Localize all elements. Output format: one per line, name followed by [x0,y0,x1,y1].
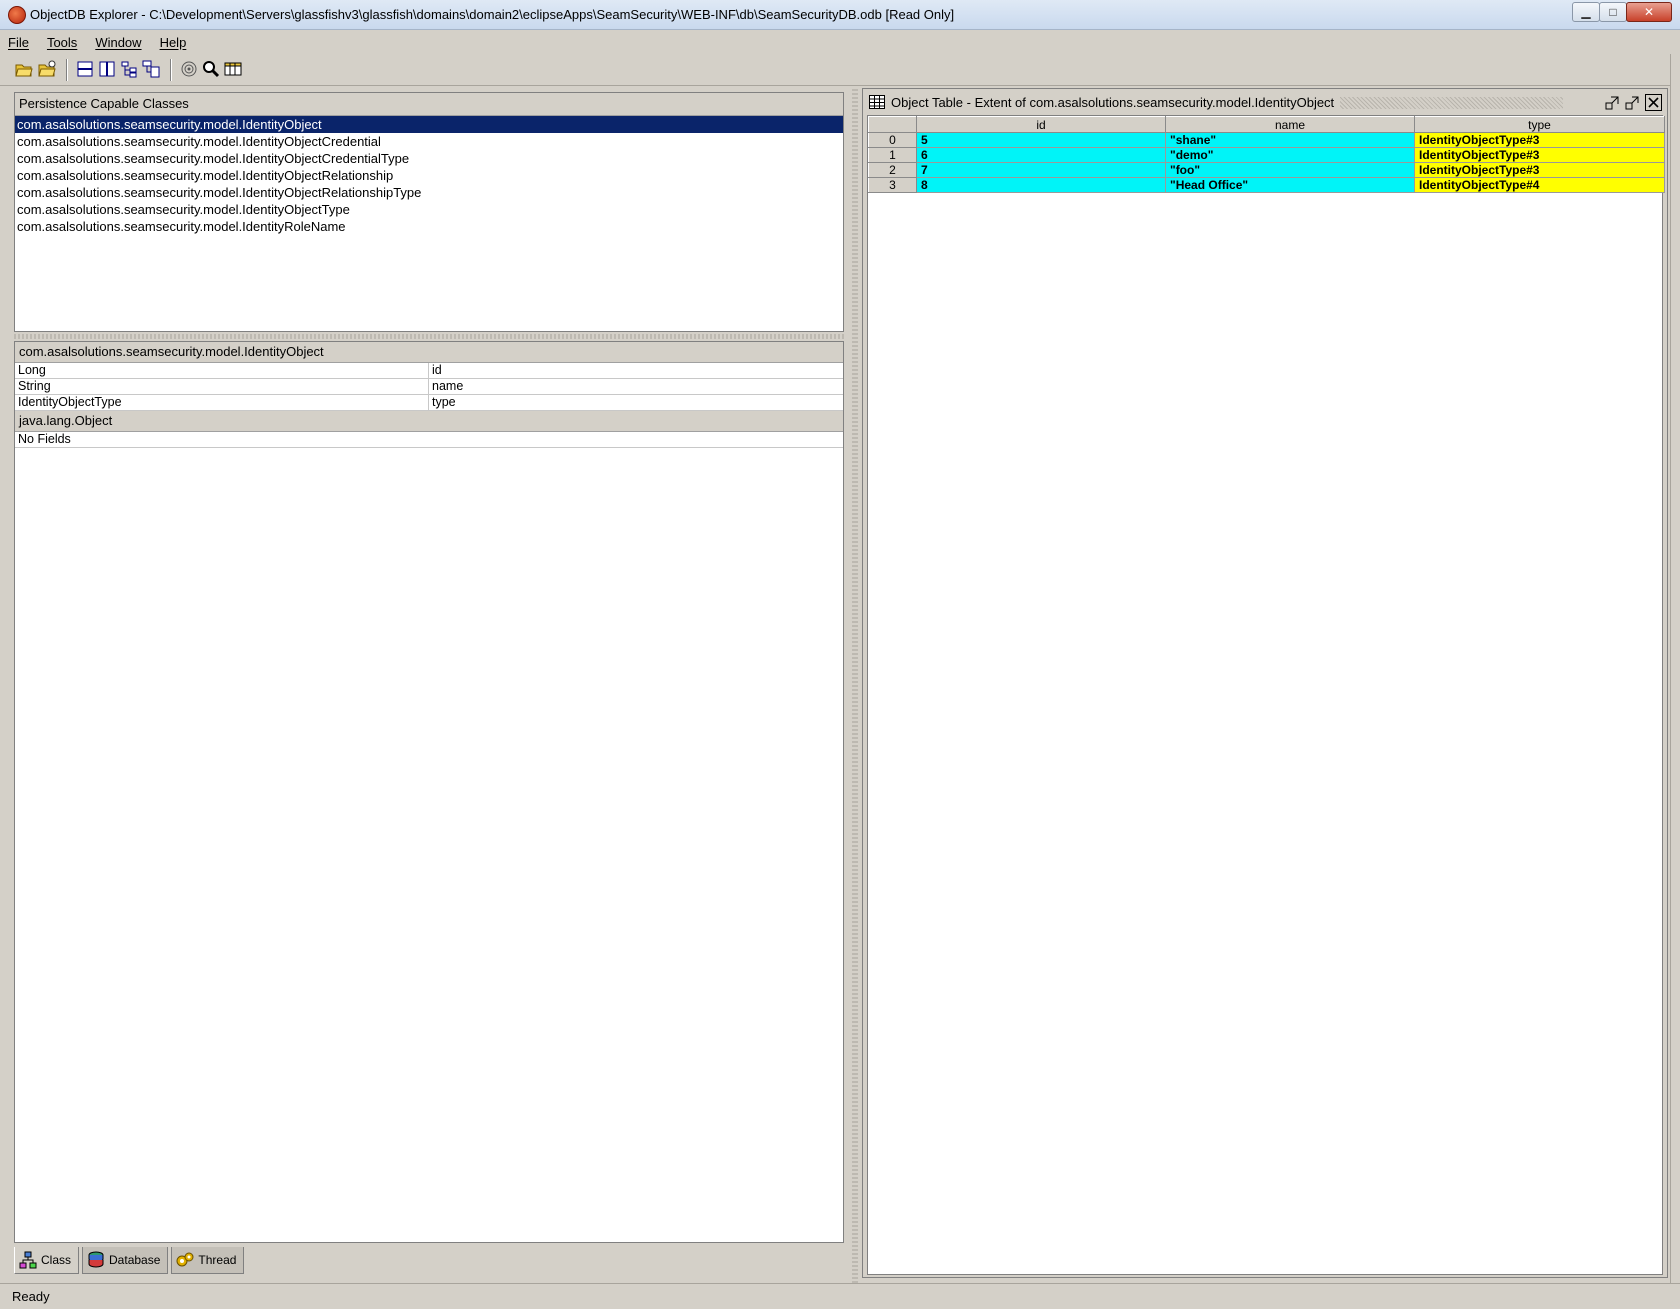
class-fields-panel: com.asalsolutions.seamsecurity.model.Ide… [14,341,844,1243]
tab-label: Thread [198,1253,237,1267]
cell-name[interactable]: "foo" [1165,162,1415,178]
column-header-index[interactable] [868,116,917,133]
class-list-item[interactable]: com.asalsolutions.seamsecurity.model.Ide… [15,150,843,167]
class-list-item[interactable]: com.asalsolutions.seamsecurity.model.Ide… [15,201,843,218]
maximize-button[interactable]: □ [1599,2,1627,22]
column-header-type[interactable]: type [1414,116,1665,133]
cell-id[interactable]: 6 [916,147,1166,163]
field-row[interactable]: IdentityObjectType type [15,395,843,411]
titlebar-grip [1313,97,1563,109]
open-folder-icon[interactable] [14,59,34,79]
objectdb-app-icon [8,6,26,24]
table-row[interactable]: 2 7 "foo" IdentityObjectType#3 [868,162,1665,178]
persistence-classes-header: Persistence Capable Classes [15,93,843,116]
field-row[interactable]: String name [15,379,843,395]
object-table-title: Object Table - Extent of com.asalsolutio… [891,95,1341,110]
tab-label: Class [41,1253,72,1267]
cell-type[interactable]: IdentityObjectType#3 [1414,162,1665,178]
cell-type[interactable]: IdentityObjectType#3 [1414,147,1665,163]
frame-close-button[interactable] [1645,94,1662,111]
bottom-tab-bar: Class Database Thread [14,1247,844,1274]
tab-label: Database [109,1253,161,1267]
table-row[interactable]: 0 5 "shane" IdentityObjectType#3 [868,132,1665,148]
row-index: 1 [868,147,917,163]
toolbar [0,54,1680,86]
field-name: name [432,379,464,393]
class-list-item[interactable]: com.asalsolutions.seamsecurity.model.Ide… [15,184,843,201]
cell-id[interactable]: 7 [916,162,1166,178]
tree-table-icon[interactable] [141,59,161,79]
no-fields-label: No Fields [15,432,843,448]
status-text: Ready [12,1289,50,1304]
row-index: 0 [868,132,917,148]
class-list-item[interactable]: com.asalsolutions.seamsecurity.model.Ide… [15,167,843,184]
menu-bar: File Tools Window Help [0,30,1680,54]
window-title: ObjectDB Explorer - C:\Development\Serve… [30,7,955,22]
class-icon [19,1251,37,1269]
field-row[interactable]: Long id [15,363,843,379]
split-horizontal-icon[interactable] [75,59,95,79]
database-icon [88,1251,104,1268]
menu-file[interactable]: File [8,35,29,50]
cell-id[interactable]: 8 [916,177,1166,193]
minimize-icon [1605,96,1618,109]
object-table: id name type 0 5 "shane" IdentityObjectT… [868,116,1665,193]
column-header-name[interactable]: name [1165,116,1415,133]
cell-id[interactable]: 5 [916,132,1166,148]
minimize-button[interactable]: ▁ [1572,2,1600,22]
window-right-border [1670,54,1680,1284]
menu-tools[interactable]: Tools [47,35,77,50]
field-type: IdentityObjectType [15,395,429,410]
title-bar: ObjectDB Explorer - C:\Development\Serve… [0,0,1680,30]
split-vertical-icon[interactable] [97,59,117,79]
field-name: id [432,363,442,377]
menu-help[interactable]: Help [160,35,187,50]
tab-class[interactable]: Class [14,1247,80,1274]
object-table-viewport[interactable]: id name type 0 5 "shane" IdentityObjectT… [867,115,1665,1275]
cell-type[interactable]: IdentityObjectType#3 [1414,132,1665,148]
class-list-item[interactable]: com.asalsolutions.seamsecurity.model.Ide… [15,116,843,133]
cell-name[interactable]: "shane" [1165,132,1415,148]
status-bar: Ready [0,1283,1680,1309]
cell-type[interactable]: IdentityObjectType#4 [1414,177,1665,193]
target-icon[interactable] [179,59,199,79]
class-list-item[interactable]: com.asalsolutions.seamsecurity.model.Ide… [15,133,843,150]
frame-restore-button[interactable] [1623,94,1640,111]
tab-thread[interactable]: Thread [171,1247,245,1274]
toolbar-separator [66,59,68,81]
field-type: String [15,379,429,394]
toolbar-separator [170,59,172,81]
frame-minimize-button[interactable] [1603,94,1620,111]
menu-window[interactable]: Window [95,35,141,50]
thread-icon [176,1252,194,1267]
table-view-icon[interactable] [223,59,243,79]
vertical-splitter[interactable] [852,88,858,1283]
open-recent-icon[interactable] [37,59,57,79]
table-icon [869,95,885,109]
persistence-classes-panel: Persistence Capable Classes com.asalsolu… [14,92,844,332]
zoom-icon[interactable] [201,59,221,79]
tab-database[interactable]: Database [82,1247,169,1274]
restore-icon [1625,96,1638,109]
close-icon [1648,97,1659,108]
cell-name[interactable]: "Head Office" [1165,177,1415,193]
column-header-id[interactable]: id [916,116,1166,133]
table-row[interactable]: 3 8 "Head Office" IdentityObjectType#4 [868,177,1665,193]
object-table-frame: Object Table - Extent of com.asalsolutio… [862,88,1668,1278]
field-type: Long [15,363,429,378]
close-window-button[interactable]: ✕ [1626,2,1672,22]
class-fields-header: com.asalsolutions.seamsecurity.model.Ide… [15,342,843,363]
object-table-titlebar[interactable]: Object Table - Extent of com.asalsolutio… [863,89,1667,117]
row-index: 2 [868,162,917,178]
field-name: type [432,395,456,409]
superclass-header: java.lang.Object [15,411,843,432]
table-row[interactable]: 1 6 "demo" IdentityObjectType#3 [868,147,1665,163]
row-index: 3 [868,177,917,193]
tree-view-icon[interactable] [119,59,139,79]
horizontal-splitter[interactable] [14,334,844,339]
class-list-item[interactable]: com.asalsolutions.seamsecurity.model.Ide… [15,218,843,235]
cell-name[interactable]: "demo" [1165,147,1415,163]
